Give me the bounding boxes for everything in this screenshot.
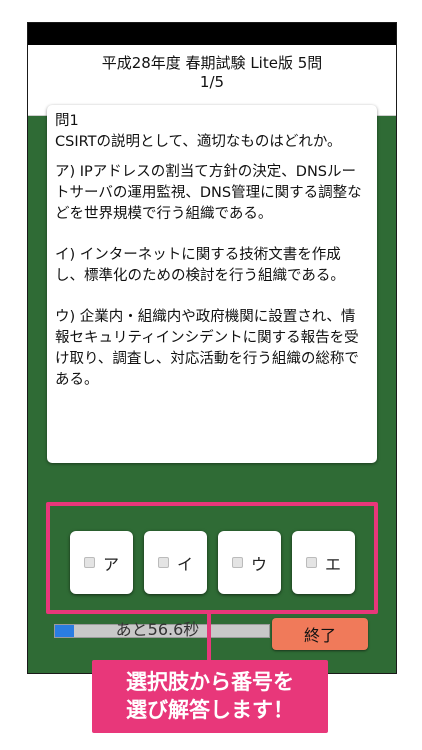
answer-label: ア (102, 554, 119, 574)
checkbox-icon[interactable] (231, 557, 243, 568)
answer-label: ウ (250, 554, 267, 574)
question-stem: CSIRTの説明として、適切なものはどれか。 (55, 134, 342, 150)
exam-title: 平成28年度 春期試験 Lite版 5問 (101, 54, 323, 72)
callout-connector (207, 614, 211, 660)
callout-banner: 選択肢から番号を 選び解答します！ (92, 660, 328, 733)
checkbox-icon[interactable] (157, 557, 169, 568)
answer-button-u[interactable]: ウ (218, 531, 281, 594)
status-bar (28, 23, 396, 45)
choice-a-text: ア) IPアドレスの割当て方針の決定、DNSルートサーバの運用監視、DNS管理に… (55, 164, 362, 222)
answer-button-i[interactable]: イ (144, 531, 207, 594)
answer-button-a[interactable]: ア (70, 531, 133, 594)
checkbox-icon[interactable] (305, 557, 317, 568)
question-number: 問1 (55, 113, 79, 129)
answer-label: イ (176, 554, 193, 574)
choice-u-text: ウ) 企業内・組織内や政府機関に設置され、情報セキュリティインシデントに関する報… (55, 309, 359, 388)
callout-line-2: 選び解答します！ (126, 698, 294, 722)
question-progress: 1/5 (199, 73, 225, 91)
question-card: 問1 CSIRTの説明として、適切なものはどれか。 ア) IPアドレスの割当て方… (47, 105, 377, 463)
answer-label: エ (324, 554, 341, 574)
callout-line-1: 選択肢から番号を (126, 670, 294, 694)
checkbox-icon[interactable] (83, 557, 95, 568)
answer-button-e[interactable]: エ (292, 531, 355, 594)
timer-text: あと56.6秒 (115, 620, 200, 639)
end-button[interactable]: 終了 (272, 618, 368, 650)
choice-i-text: イ) インターネットに関する技術文書を作成し、標準化のための検討を行う組織である… (55, 247, 345, 284)
